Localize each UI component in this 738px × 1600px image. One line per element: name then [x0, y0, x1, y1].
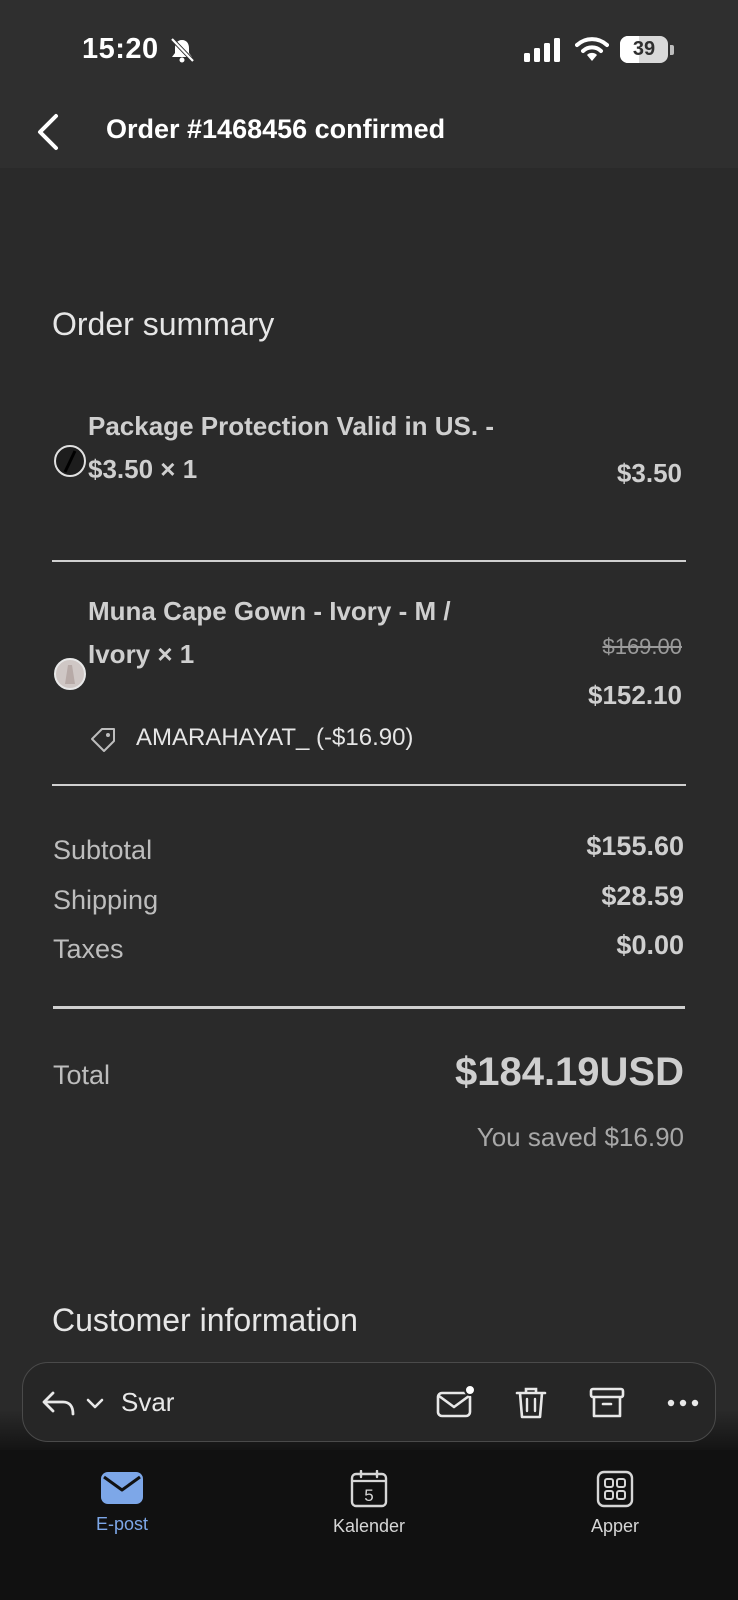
shipping-label: Shipping — [53, 885, 159, 915]
bell-muted-icon — [170, 37, 195, 63]
more-options-icon[interactable] — [663, 1383, 703, 1423]
reply-button-label[interactable]: Svar — [121, 1387, 174, 1418]
divider — [52, 560, 686, 562]
email-header: Order #1468456 confirmed — [0, 92, 738, 168]
mark-unread-icon[interactable] — [435, 1383, 475, 1423]
tab-label: Apper — [590, 1516, 640, 1536]
bottom-tab-bar: E-post 5 Kalender Apper — [0, 1450, 738, 1600]
battery-icon: 39 — [620, 36, 676, 63]
item-price: $152.10 — [588, 680, 682, 710]
chevron-down-icon[interactable] — [83, 1383, 107, 1423]
mail-icon — [101, 1472, 143, 1504]
customer-information-title: Customer information — [52, 1302, 358, 1338]
subtotal-label: Subtotal — [53, 835, 153, 865]
calendar-icon: 5 — [350, 1470, 388, 1508]
tab-email[interactable]: E-post — [62, 1470, 182, 1560]
divider — [53, 1006, 685, 1009]
original-price: $169.00 — [602, 634, 682, 659]
discount-code-text: AMARAHAYAT_ (-$16.90) — [136, 724, 414, 751]
archive-icon[interactable] — [587, 1383, 627, 1423]
item-price: $3.50 — [616, 458, 682, 488]
item-title: Package Protection Valid in US. - $3.50 … — [88, 411, 495, 484]
order-summary-title: Order summary — [52, 306, 275, 342]
tag-icon — [91, 728, 115, 752]
tab-label: Kalender — [332, 1516, 406, 1536]
tab-calendar[interactable]: 5 Kalender — [309, 1470, 429, 1560]
taxes-value: $0.00 — [616, 930, 684, 960]
tab-apps[interactable]: Apper — [555, 1470, 675, 1560]
status-time: 15:20 — [82, 33, 159, 65]
wifi-icon — [575, 37, 609, 61]
cellular-signal-icon — [524, 38, 560, 62]
divider — [52, 784, 686, 786]
reply-icon[interactable] — [39, 1383, 79, 1423]
status-bar: 15:20 39 — [0, 0, 738, 92]
tab-label: E-post — [95, 1514, 149, 1534]
trash-icon[interactable] — [511, 1383, 551, 1423]
item-title: Muna Cape Gown - Ivory - M / Ivory × 1 — [88, 596, 451, 669]
battery-level: 39 — [632, 38, 656, 60]
subtotal-value: $155.60 — [586, 831, 684, 861]
email-action-toolbar: Svar — [22, 1362, 716, 1442]
package-protection-thumbnail — [54, 445, 86, 477]
email-subject-title: Order #1468456 confirmed — [106, 114, 446, 144]
taxes-label: Taxes — [53, 934, 124, 964]
total-label: Total — [53, 1060, 111, 1090]
savings-text: You saved $16.90 — [476, 1122, 684, 1152]
gown-product-thumbnail — [54, 658, 86, 690]
total-value: $184.19USD — [454, 1050, 684, 1094]
back-button[interactable] — [30, 110, 70, 154]
shipping-value: $28.59 — [601, 881, 684, 911]
apps-grid-icon — [596, 1470, 634, 1508]
calendar-day: 5 — [364, 1486, 373, 1505]
